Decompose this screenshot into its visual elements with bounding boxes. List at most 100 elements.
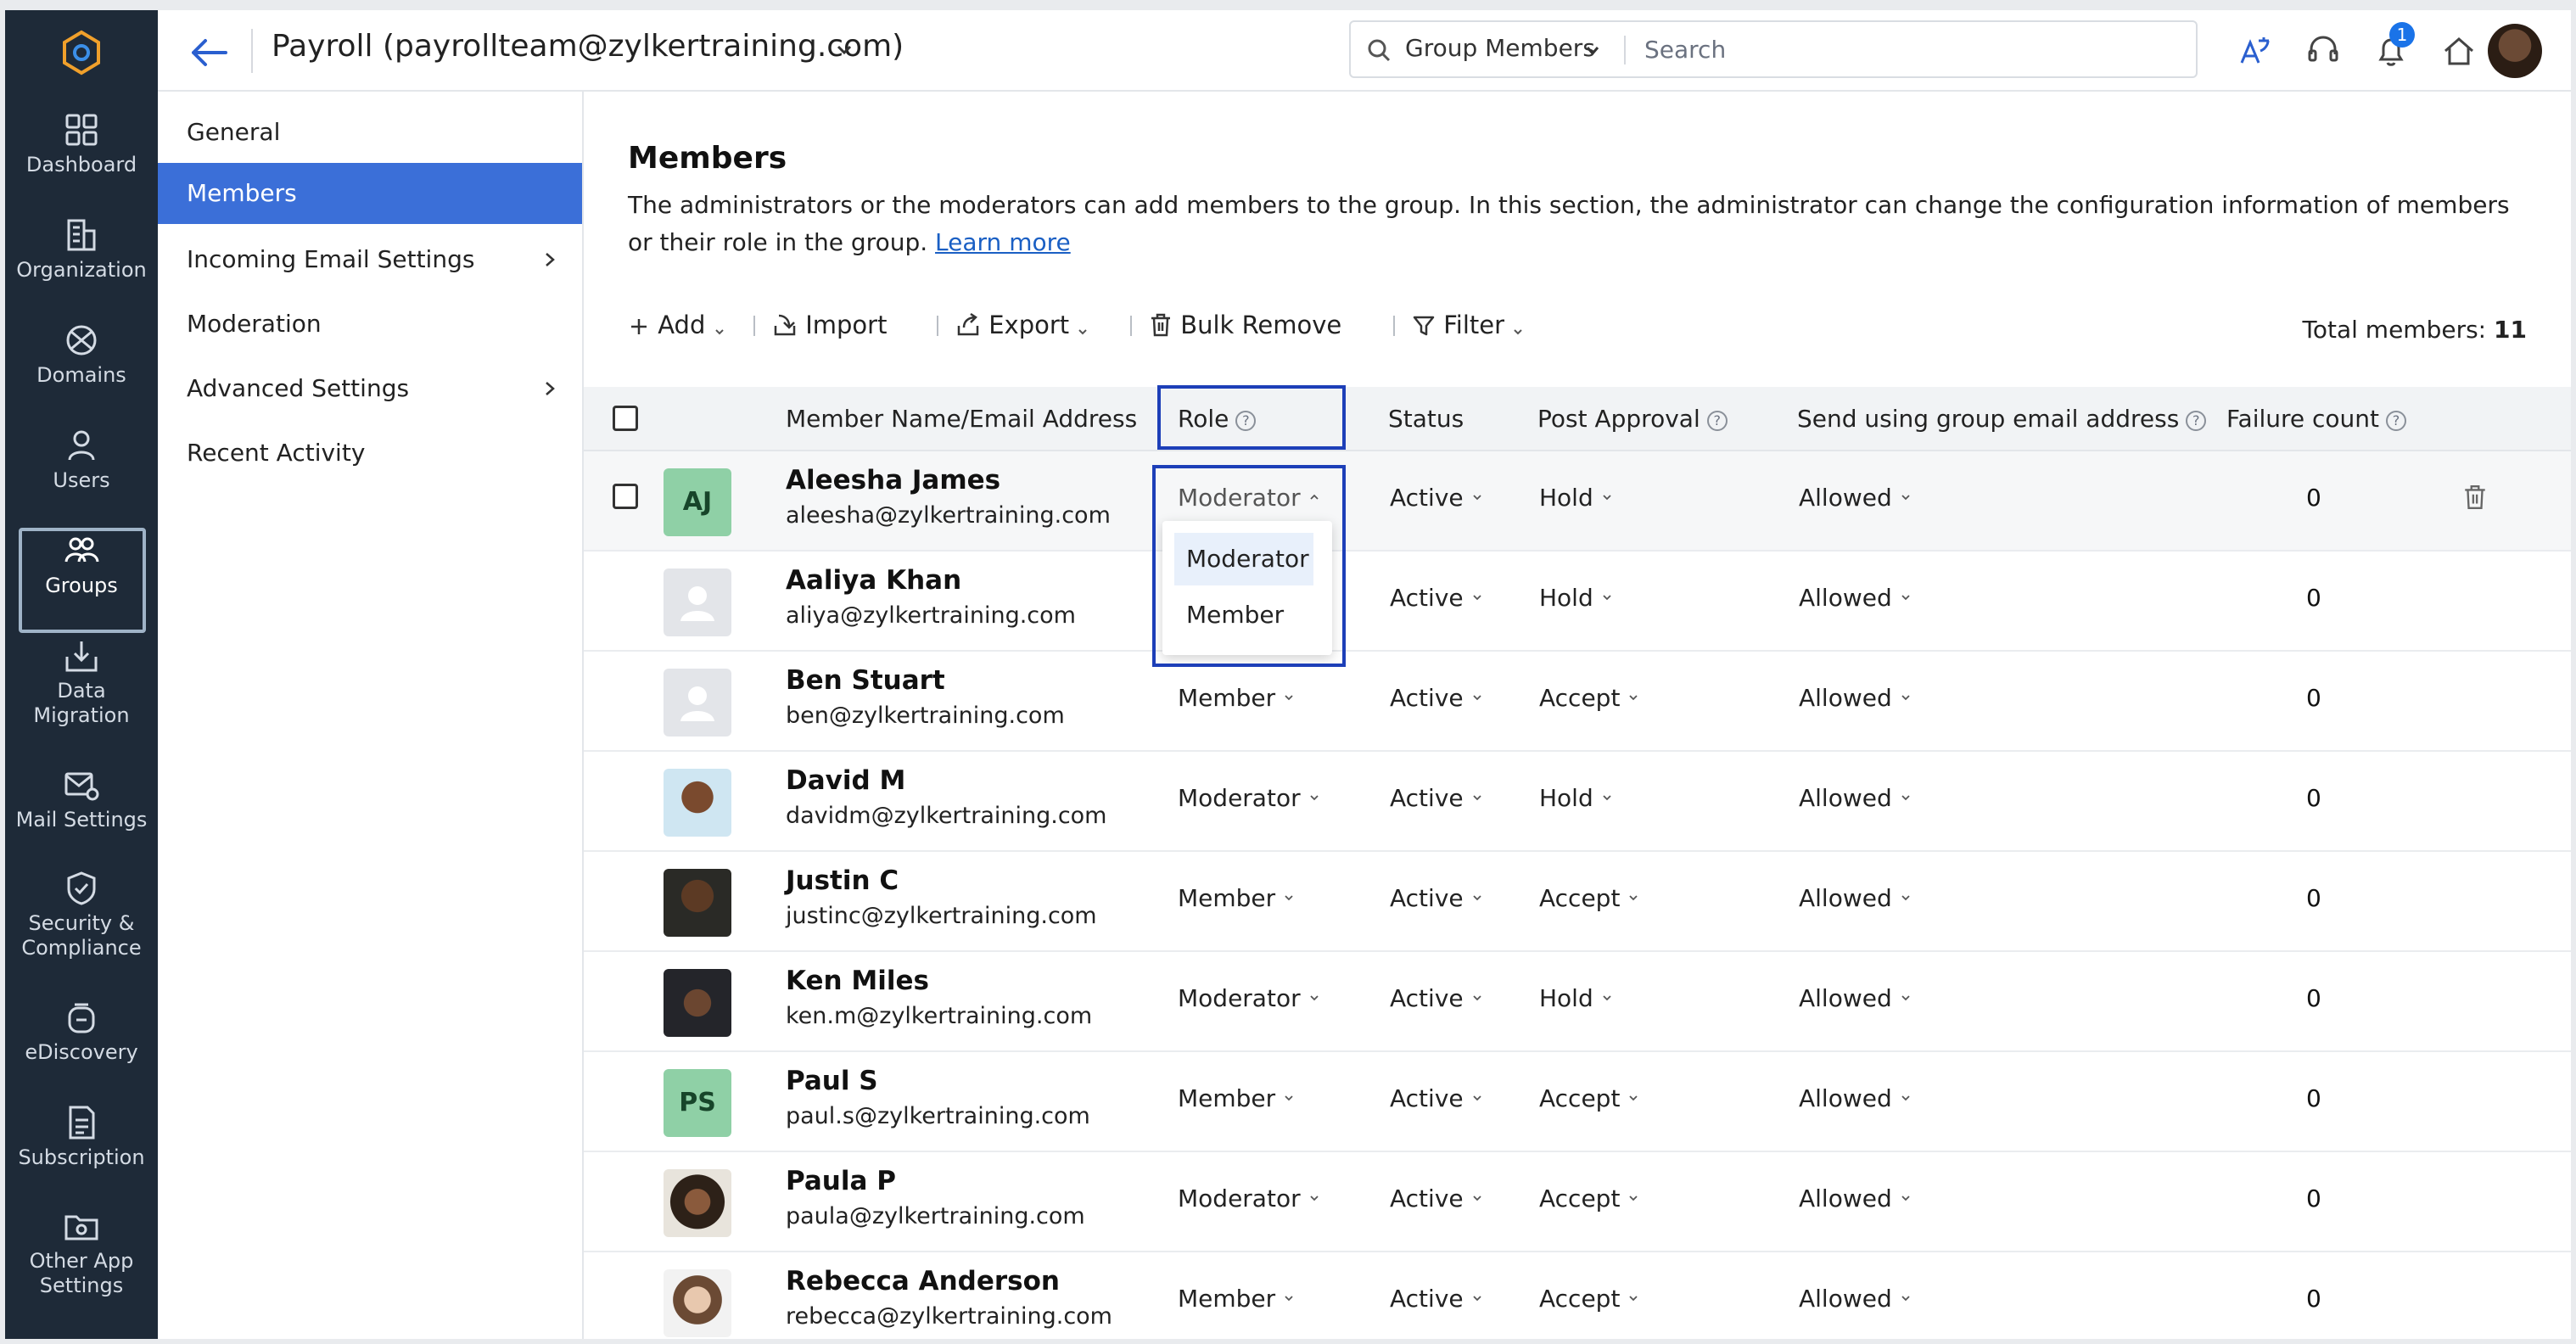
chevron-down-icon[interactable]: [1585, 44, 1600, 58]
import-button[interactable]: Import: [772, 304, 887, 346]
role-select[interactable]: Member: [1178, 884, 1294, 912]
status-select[interactable]: Active: [1390, 984, 1482, 1012]
chevron-down-icon[interactable]: [835, 41, 854, 59]
subnav-item-advanced-settings[interactable]: Advanced Settings: [158, 358, 582, 419]
rail-item-data-migration[interactable]: Data Migration: [5, 636, 158, 728]
status-value: Active: [1390, 784, 1464, 812]
rail-item-groups[interactable]: Groups: [5, 528, 158, 633]
subnav-item-members[interactable]: Members: [158, 163, 582, 224]
column-header-failure-count[interactable]: Failure count?: [2226, 387, 2407, 451]
help-icon[interactable]: ?: [2386, 411, 2407, 431]
back-arrow-icon[interactable]: [188, 36, 229, 70]
user-avatar[interactable]: [2488, 24, 2542, 78]
column-header-post-approval[interactable]: Post Approval?: [1537, 387, 1728, 451]
search-scope-select[interactable]: Group Members: [1405, 34, 1595, 62]
help-icon[interactable]: ?: [1706, 411, 1728, 431]
table-row[interactable]: Paula P paula@zylkertraining.com Moderat…: [584, 1152, 2571, 1252]
zoho-admin-logo-icon[interactable]: [56, 27, 107, 78]
post-approval-select[interactable]: Hold: [1539, 484, 1612, 512]
post-approval-select[interactable]: Accept: [1539, 884, 1638, 912]
send-using-select[interactable]: Allowed: [1799, 884, 1911, 912]
group-title[interactable]: Payroll (payrollteam@zylkertraining.com): [272, 29, 904, 64]
rail-item-security[interactable]: Security & Compliance: [5, 869, 158, 960]
status-select[interactable]: Active: [1390, 1184, 1482, 1212]
post-approval-select[interactable]: Hold: [1539, 984, 1612, 1012]
translate-icon[interactable]: [2237, 32, 2274, 70]
table-row[interactable]: Aaliya Khan aliya@zylkertraining.com Act…: [584, 552, 2571, 652]
add-button[interactable]: Add: [628, 304, 725, 346]
row-checkbox[interactable]: [613, 484, 638, 509]
role-select[interactable]: Member: [1178, 1084, 1294, 1112]
table-row[interactable]: Ken Miles ken.m@zylkertraining.com Moder…: [584, 952, 2571, 1052]
subnav-item-moderation[interactable]: Moderation: [158, 294, 582, 355]
rail-item-domains[interactable]: Domains: [5, 321, 158, 388]
search-input[interactable]: [1644, 31, 2153, 68]
trash-icon[interactable]: [2462, 484, 2488, 511]
role-select[interactable]: Moderator: [1178, 784, 1319, 812]
avatar-photo: [664, 869, 731, 937]
send-using-select[interactable]: Allowed: [1799, 1084, 1911, 1112]
column-header-name[interactable]: Member Name/Email Address: [786, 387, 1137, 451]
post-approval-select[interactable]: Accept: [1539, 1285, 1638, 1313]
send-using-select[interactable]: Allowed: [1799, 1285, 1911, 1313]
send-using-select[interactable]: Allowed: [1799, 784, 1911, 812]
post-approval-select[interactable]: Hold: [1539, 584, 1612, 612]
column-header-send-using[interactable]: Send using group email address?: [1797, 387, 2207, 451]
learn-more-link[interactable]: Learn more: [935, 228, 1071, 256]
rail-item-dashboard[interactable]: Dashboard: [5, 110, 158, 177]
post-approval-select[interactable]: Accept: [1539, 1084, 1638, 1112]
role-select[interactable]: Member: [1178, 684, 1294, 712]
avatar-photo: [664, 969, 731, 1037]
chevron-down-icon: [1629, 695, 1638, 701]
rail-item-ediscovery[interactable]: eDiscovery: [5, 998, 158, 1065]
export-button[interactable]: Export: [955, 304, 1089, 346]
table-row[interactable]: David M davidm@zylkertraining.com Modera…: [584, 752, 2571, 852]
failure-count: 0: [2306, 884, 2321, 912]
status-select[interactable]: Active: [1390, 1084, 1482, 1112]
status-select[interactable]: Active: [1390, 784, 1482, 812]
status-select[interactable]: Active: [1390, 1285, 1482, 1313]
subnav-item-incoming-email-settings[interactable]: Incoming Email Settings: [158, 229, 582, 290]
table-row[interactable]: Justin C justinc@zylkertraining.com Memb…: [584, 852, 2571, 952]
status-select[interactable]: Active: [1390, 484, 1482, 512]
table-row[interactable]: Ben Stuart ben@zylkertraining.com Member…: [584, 652, 2571, 752]
send-using-select[interactable]: Allowed: [1799, 684, 1911, 712]
status-select[interactable]: Active: [1390, 684, 1482, 712]
filter-button[interactable]: Filter: [1412, 304, 1524, 346]
send-using-select[interactable]: Allowed: [1799, 584, 1911, 612]
member-email: ken.m@zylkertraining.com: [786, 1003, 1093, 1029]
post-approval-select[interactable]: Accept: [1539, 684, 1638, 712]
support-headset-icon[interactable]: [2304, 32, 2342, 70]
search-divider: [1624, 36, 1626, 64]
home-icon[interactable]: [2440, 32, 2478, 70]
send-using-select[interactable]: Allowed: [1799, 1184, 1911, 1212]
rail-item-mail-settings[interactable]: Mail Settings: [5, 765, 158, 832]
post-approval-select[interactable]: Accept: [1539, 1184, 1638, 1212]
column-header-status[interactable]: Status: [1388, 387, 1464, 451]
send-using-select[interactable]: Allowed: [1799, 984, 1911, 1012]
status-select[interactable]: Active: [1390, 884, 1482, 912]
rail-item-organization[interactable]: Organization: [5, 216, 158, 283]
rail-item-label: Users: [53, 468, 110, 492]
table-row[interactable]: Rebecca Anderson rebecca@zylkertraining.…: [584, 1252, 2571, 1339]
role-select[interactable]: Moderator: [1178, 1184, 1319, 1212]
rail-item-users[interactable]: Users: [5, 426, 158, 493]
role-select[interactable]: Moderator: [1178, 984, 1319, 1012]
select-all-checkbox[interactable]: [613, 406, 638, 431]
total-members-label: Total members:: [2302, 316, 2487, 344]
subnav-item-general[interactable]: General: [158, 102, 582, 163]
subnav-item-recent-activity[interactable]: Recent Activity: [158, 423, 582, 484]
status-select[interactable]: Active: [1390, 584, 1482, 612]
chevron-down-icon: [1514, 329, 1522, 335]
send-using-select[interactable]: Allowed: [1799, 484, 1911, 512]
post-approval-select[interactable]: Hold: [1539, 784, 1612, 812]
chevron-down-icon: [1629, 1095, 1638, 1101]
rail-item-label: Security & Compliance: [21, 911, 142, 960]
bulk-remove-button[interactable]: Bulk Remove: [1149, 304, 1341, 346]
rail-item-subscription[interactable]: Subscription: [5, 1103, 158, 1170]
role-select[interactable]: Member: [1178, 1285, 1294, 1313]
help-icon[interactable]: ?: [2186, 411, 2207, 431]
table-row[interactable]: PS Paul S paul.s@zylkertraining.com Memb…: [584, 1052, 2571, 1152]
table-row[interactable]: AJ Aleesha James aleesha@zylkertraining.…: [584, 451, 2571, 552]
rail-item-other-app-settings[interactable]: Other App Settings: [5, 1207, 158, 1298]
